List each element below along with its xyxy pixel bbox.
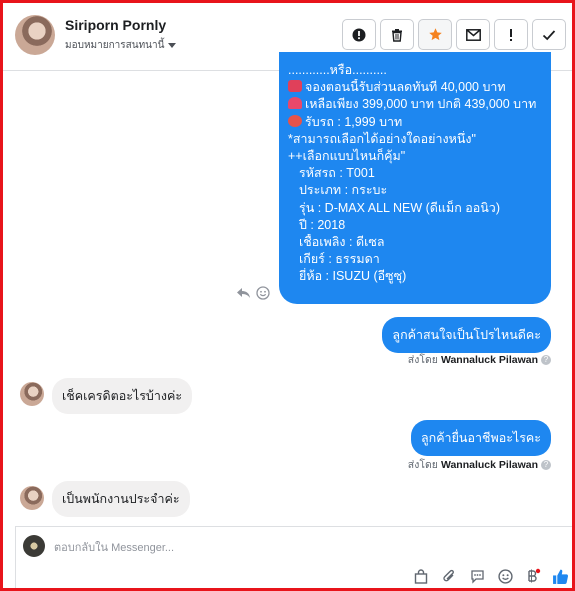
sent-by-label: ส่งโดย Wannaluck Pilawan ?	[408, 456, 551, 473]
sender-name: Wannaluck Pilawan	[440, 353, 538, 366]
car-emoji	[288, 80, 302, 93]
delete-button[interactable]	[380, 19, 414, 50]
info-icon[interactable]: ?	[541, 354, 551, 365]
follow-up-button[interactable]	[494, 19, 528, 50]
sent-by-prefix: ส่งโดย	[407, 354, 438, 366]
star-icon	[428, 28, 442, 41]
offer-line: ++เลือกแบบไหนก็คุ้ม"	[288, 149, 406, 164]
saved-reply-button[interactable]	[468, 567, 486, 585]
offer-line: ปี : 2018	[299, 217, 346, 232]
message-actions	[236, 286, 270, 300]
offer-line: ประเภท : กระบะ	[299, 183, 388, 198]
offer-line: เกียร์ : ธรรมดา	[299, 252, 380, 267]
offer-line: *สามารถเลือกได้อย่างใดอย่างหนึ่ง"	[288, 131, 476, 146]
outgoing-message[interactable]: ลูกค้ายื่นอาชีพอะไรคะ	[410, 420, 551, 456]
contact-avatar-small[interactable]	[20, 486, 44, 510]
reply-icon[interactable]	[236, 287, 251, 299]
incoming-message[interactable]: เช็คเครดิตอะไรบ้างค่ะ	[52, 378, 193, 414]
payment-button[interactable]	[524, 567, 542, 585]
mail-icon	[465, 28, 481, 41]
offer-line: ............หรือ..........	[288, 63, 387, 77]
spam-icon	[352, 28, 366, 41]
assign-label: มอบหมายการสนทนานี้	[65, 40, 165, 51]
star-button[interactable]	[418, 19, 452, 50]
offer-line: รหัสรถ : T001	[299, 166, 375, 181]
emoji-icon	[497, 568, 513, 584]
outgoing-message[interactable]: ลูกค้าสนใจเป็นโปรไหนดีคะ	[382, 317, 551, 353]
important-icon	[510, 28, 512, 41]
sent-by-label: ส่งโดย Wannaluck Pilawan ?	[408, 351, 551, 368]
info-icon[interactable]: ?	[541, 459, 551, 470]
pushpin-emoji	[288, 114, 302, 127]
offer-message-bubble[interactable]: ............หรือ.......... จองตอนนี้รับส…	[279, 52, 551, 304]
offer-line: รับรถ : 1,999 บาท	[288, 114, 542, 131]
attach-icon	[442, 569, 454, 581]
offer-line: เชื้อเพลิง : ดีเซล	[299, 235, 385, 250]
mark-unread-button[interactable]	[456, 19, 490, 50]
chevron-down-icon	[168, 43, 177, 48]
mark-spam-button[interactable]	[342, 19, 376, 50]
attach-button[interactable]	[440, 567, 458, 585]
reply-composer	[15, 526, 572, 588]
emoji-button[interactable]	[496, 567, 514, 585]
like-button[interactable]	[551, 567, 569, 585]
contact-avatar[interactable]	[15, 15, 55, 55]
offer-line: จองตอนนี้รับส่วนลดทันที 40,000 บาท	[288, 79, 542, 96]
product-button[interactable]	[412, 567, 430, 585]
react-emoji-icon[interactable]	[256, 286, 270, 300]
contact-avatar-small[interactable]	[20, 382, 44, 406]
assign-dropdown[interactable]: มอบหมายการสนทนานี้	[65, 38, 177, 53]
sent-by-prefix: ส่งโดย	[407, 459, 438, 471]
page-avatar	[23, 535, 45, 557]
saved-reply-icon	[470, 569, 484, 584]
offer-line: เหลือเพียง 399,000 บาท ปกติ 439,000 บาท	[288, 96, 542, 113]
mark-done-button[interactable]	[532, 19, 566, 50]
offer-line: รุ่น : D-MAX ALL NEW (ดีแม็ก ออนิว)	[299, 200, 500, 215]
bag-icon	[414, 568, 428, 584]
like-icon	[552, 569, 568, 584]
trash-icon	[392, 28, 402, 42]
contact-name[interactable]: Siriporn Pornly	[65, 17, 166, 33]
incoming-message[interactable]: เป็นพนักงานประจำค่ะ	[52, 481, 190, 517]
ribbon-emoji	[288, 97, 302, 110]
payment-icon	[528, 568, 541, 583]
done-icon	[542, 29, 556, 40]
offer-line: ยี่ห้อ : ISUZU (อีซูซุ)	[299, 269, 407, 284]
reply-input[interactable]	[54, 539, 354, 557]
sender-name: Wannaluck Pilawan	[440, 458, 538, 471]
